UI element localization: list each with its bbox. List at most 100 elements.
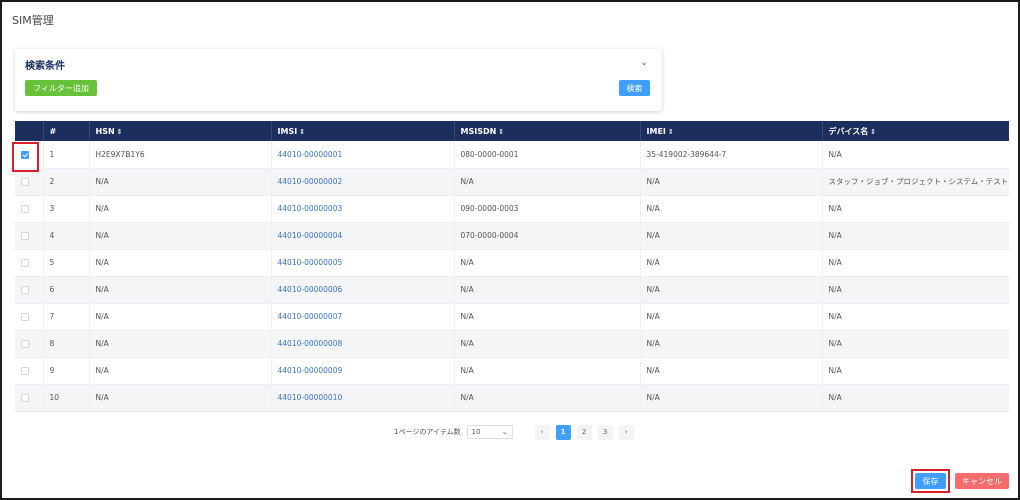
- row-hsn: N/A: [89, 195, 272, 222]
- row-checkbox-cell: [15, 168, 44, 195]
- row-checkbox[interactable]: [21, 340, 29, 348]
- header-device-name[interactable]: デバイス名 ⇕: [822, 121, 1009, 141]
- row-hsn: H2E9X7B1Y6: [89, 141, 272, 168]
- row-checkbox-cell: [15, 330, 44, 357]
- row-msisdn: N/A: [454, 303, 641, 330]
- sim-table: # HSN ⇕ IMSI ⇕ MSISDN ⇕ IMEI ⇕ デバイス名 ⇕ 1 H2E9X…: [15, 121, 1009, 412]
- header-msisdn[interactable]: MSISDN ⇕: [454, 121, 641, 141]
- table-row[interactable]: 10 N/A 44010-00000010 N/A N/A N/A: [15, 384, 1009, 411]
- row-imsi-link[interactable]: 44010-00000003: [271, 195, 455, 222]
- row-device-name: N/A: [828, 258, 842, 267]
- row-checkbox[interactable]: [21, 259, 29, 267]
- table-header-row: # HSN ⇕ IMSI ⇕ MSISDN ⇕ IMEI ⇕ デバイス名 ⇕: [15, 121, 1009, 141]
- row-imei: N/A: [640, 276, 823, 303]
- row-checkbox-cell: [15, 276, 44, 303]
- pagination: 1ページのアイテム数 10 ⌄ ‹ 1 2 3 ›: [394, 424, 634, 440]
- sort-icon[interactable]: ⇕: [668, 128, 674, 136]
- row-number: 10: [43, 384, 90, 411]
- search-conditions-panel: 検索条件 ⌄ フィルター追加 検索: [15, 49, 662, 111]
- per-page-select[interactable]: 10 ⌄: [466, 425, 513, 439]
- row-checkbox[interactable]: [21, 178, 29, 186]
- page-2-button[interactable]: 2: [576, 424, 592, 440]
- row-imsi-link[interactable]: 44010-00000005: [271, 249, 455, 276]
- row-checkbox-cell: [15, 357, 44, 384]
- row-imsi-link[interactable]: 44010-00000004: [271, 222, 455, 249]
- row-checkbox[interactable]: [21, 232, 29, 240]
- row-msisdn: 080-0000-0001: [454, 141, 641, 168]
- sort-icon[interactable]: ⇕: [498, 128, 504, 136]
- search-conditions-title: 検索条件: [25, 61, 65, 72]
- chevron-down-icon: ⌄: [501, 428, 508, 436]
- per-page-value: 10: [471, 428, 481, 436]
- table-row[interactable]: 1 H2E9X7B1Y6 44010-00000001 080-0000-0001 35…: [15, 141, 1009, 168]
- row-device-name: N/A: [828, 231, 842, 240]
- row-msisdn: N/A: [454, 249, 641, 276]
- row-imsi-link[interactable]: 44010-00000006: [271, 276, 455, 303]
- cancel-button[interactable]: キャンセル: [955, 473, 1009, 489]
- chevron-down-icon[interactable]: ⌄: [640, 58, 648, 68]
- row-imsi-link[interactable]: 44010-00000002: [271, 168, 455, 195]
- header-select: [15, 121, 44, 141]
- row-number: 8: [43, 330, 90, 357]
- header-hsn[interactable]: HSN ⇕: [89, 121, 272, 141]
- row-checkbox-cell: [15, 195, 44, 222]
- row-hsn: N/A: [89, 222, 272, 249]
- row-imsi-link[interactable]: 44010-00000008: [271, 330, 455, 357]
- row-imei: N/A: [640, 384, 823, 411]
- row-imsi-link[interactable]: 44010-00000001: [271, 141, 455, 168]
- sort-icon[interactable]: ⇕: [117, 128, 123, 136]
- row-checkbox-cell: [15, 222, 44, 249]
- row-msisdn: N/A: [454, 168, 641, 195]
- table-row[interactable]: 7 N/A 44010-00000007 N/A N/A N/A: [15, 303, 1009, 330]
- row-imsi-link[interactable]: 44010-00000009: [271, 357, 455, 384]
- page-1-button[interactable]: 1: [555, 424, 571, 440]
- row-device-name: N/A: [828, 393, 842, 402]
- save-button[interactable]: 保存: [915, 473, 946, 489]
- row-hsn: N/A: [89, 168, 272, 195]
- row-imei: 35-419002-389644-7: [640, 141, 823, 168]
- row-checkbox-cell: [15, 141, 44, 168]
- sort-icon[interactable]: ⇕: [870, 128, 876, 136]
- add-filter-button[interactable]: フィルター追加: [25, 80, 97, 96]
- row-checkbox-cell: [15, 303, 44, 330]
- table-row[interactable]: 2 N/A 44010-00000002 N/A N/A スタッフ・ジョブ・プロジェクト・…: [15, 168, 1009, 195]
- row-imei: N/A: [640, 168, 823, 195]
- table-row[interactable]: 8 N/A 44010-00000008 N/A N/A N/A: [15, 330, 1009, 357]
- page-3-button[interactable]: 3: [597, 424, 613, 440]
- row-number: 9: [43, 357, 90, 384]
- row-checkbox[interactable]: [21, 394, 29, 402]
- header-imei[interactable]: IMEI ⇕: [640, 121, 823, 141]
- row-device-name: スタッフ・ジョブ・プロジェクト・システム・テスト: [828, 177, 1009, 186]
- sort-icon[interactable]: ⇕: [299, 128, 305, 136]
- row-number: 4: [43, 222, 90, 249]
- row-msisdn: 070-0000-0004: [454, 222, 641, 249]
- table-body: 1 H2E9X7B1Y6 44010-00000001 080-0000-0001 35…: [15, 141, 1009, 411]
- row-imei: N/A: [640, 222, 823, 249]
- next-page-button[interactable]: ›: [618, 424, 634, 440]
- row-checkbox-cell: [15, 384, 44, 411]
- search-button[interactable]: 検索: [619, 80, 650, 96]
- table-row[interactable]: 4 N/A 44010-00000004 070-0000-0004 N/A N/A: [15, 222, 1009, 249]
- row-checkbox[interactable]: [21, 205, 29, 213]
- row-number: 1: [43, 141, 90, 168]
- row-hsn: N/A: [89, 249, 272, 276]
- table-row[interactable]: 6 N/A 44010-00000006 N/A N/A N/A: [15, 276, 1009, 303]
- row-checkbox[interactable]: [21, 313, 29, 321]
- row-hsn: N/A: [89, 330, 272, 357]
- table-row[interactable]: 5 N/A 44010-00000005 N/A N/A N/A: [15, 249, 1009, 276]
- row-checkbox[interactable]: [21, 367, 29, 375]
- row-checkbox[interactable]: [21, 286, 29, 294]
- row-hsn: N/A: [89, 357, 272, 384]
- row-checkbox-cell: [15, 249, 44, 276]
- header-imsi[interactable]: IMSI ⇕: [271, 121, 455, 141]
- row-checkbox[interactable]: [21, 150, 29, 159]
- row-hsn: N/A: [89, 303, 272, 330]
- prev-page-button[interactable]: ‹: [534, 424, 550, 440]
- table-row[interactable]: 3 N/A 44010-00000003 090-0000-0003 N/A N/A: [15, 195, 1009, 222]
- row-imsi-link[interactable]: 44010-00000010: [271, 384, 455, 411]
- row-imsi-link[interactable]: 44010-00000007: [271, 303, 455, 330]
- row-imei: N/A: [640, 303, 823, 330]
- row-device-name: N/A: [828, 285, 842, 294]
- per-page-label: 1ページのアイテム数: [394, 428, 461, 436]
- table-row[interactable]: 9 N/A 44010-00000009 N/A N/A N/A: [15, 357, 1009, 384]
